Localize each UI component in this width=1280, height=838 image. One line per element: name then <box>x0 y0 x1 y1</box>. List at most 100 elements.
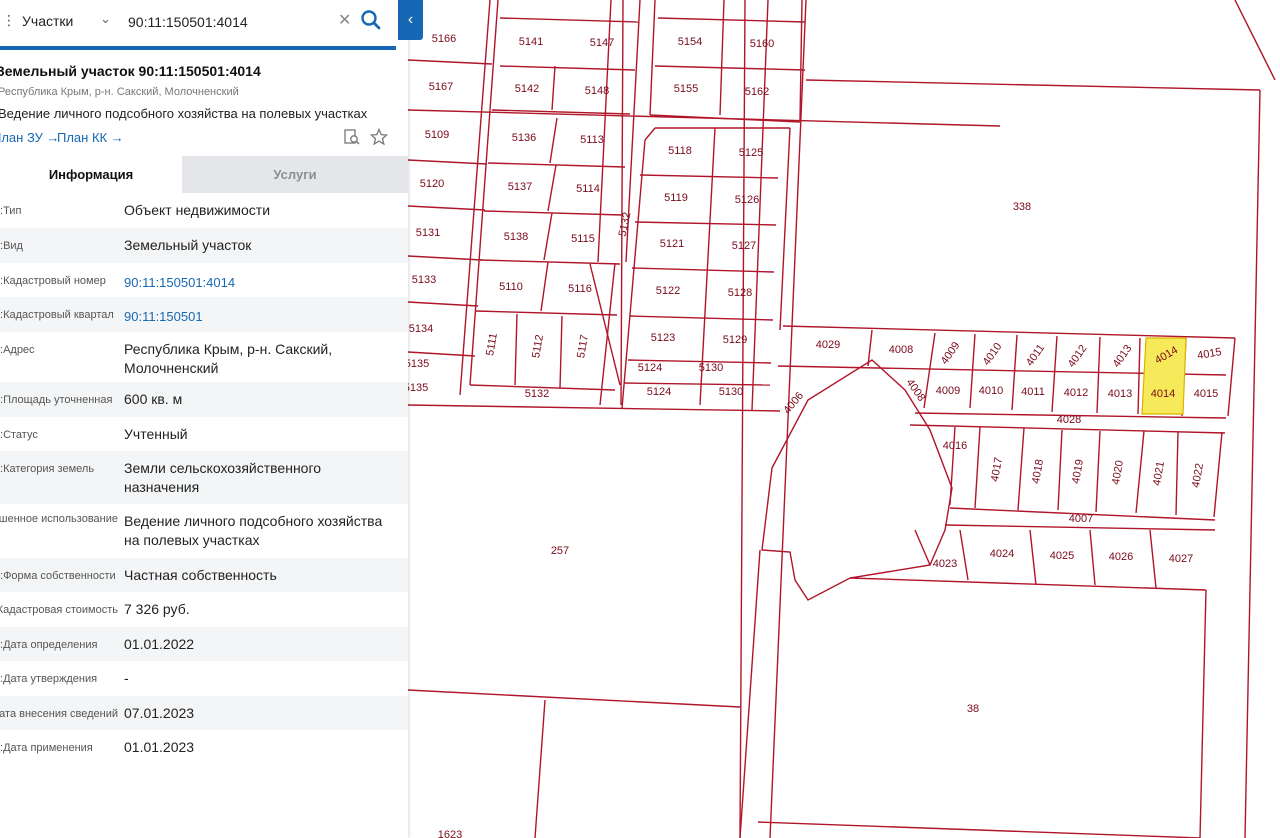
parcel-boundary <box>514 313 518 386</box>
parcel-label: 4021 <box>1151 460 1167 486</box>
parcel-label: 5130 <box>719 386 743 398</box>
info-row-value: - <box>124 670 129 686</box>
parcel-label: 4027 <box>1169 553 1193 565</box>
info-row-value: 07.01.2023 <box>124 705 195 721</box>
parcel-boundary <box>540 261 549 312</box>
parcel-label: 5131 <box>416 227 440 239</box>
menu-icon[interactable]: ⋮ <box>2 12 16 29</box>
info-row-value: Объект недвижимости <box>124 202 271 218</box>
info-row-label: Адрес: <box>0 344 35 356</box>
info-row-value: 01.01.2023 <box>124 739 195 755</box>
tab-info[interactable]: Информация <box>0 156 182 193</box>
object-address: Республика Крым, р-н. Сакский, Молочненс… <box>0 86 239 98</box>
parcel-label: 5126 <box>735 194 759 206</box>
parcel-label: 5117 <box>575 334 591 359</box>
parcel-label: 5136 <box>512 132 536 144</box>
info-row: Категория земель: Земли сельскохозяйствен… <box>0 451 408 504</box>
info-table: Тип: Объект недвижимости Вид: Земельный уча… <box>0 193 408 765</box>
parcel-boundaries <box>407 0 1276 838</box>
parcel-boundary <box>479 259 621 265</box>
parcel-boundary <box>739 549 761 838</box>
parcel-boundary <box>1213 431 1223 518</box>
info-row-value: 600 кв. м <box>124 391 183 407</box>
parcel-boundary <box>623 382 771 386</box>
parcel-label: 4029 <box>816 339 840 351</box>
info-row: Дата внесения сведений: 07.01.2023 <box>0 696 408 730</box>
info-row-label: Тип: <box>0 205 22 217</box>
plan-kk-link[interactable]: План КК → <box>57 130 124 145</box>
info-row-value: Земли сельскохозяйственного назначения <box>124 460 322 495</box>
parcel-boundary <box>407 404 781 412</box>
parcel-label: 5124 <box>638 362 662 374</box>
info-row-label: Категория земель: <box>0 463 95 475</box>
search-input[interactable] <box>126 10 330 34</box>
object-title: Земельный участок 90:11:150501:4014 <box>0 63 261 79</box>
parcel-label: 5111 <box>484 332 500 357</box>
parcel-label: 4011 <box>1024 342 1047 368</box>
info-row-label: Дата определения: <box>0 639 98 651</box>
parcel-label: 4020 <box>1110 459 1126 485</box>
parcel-label: 5142 <box>515 83 539 95</box>
parcel-label: 5115 <box>571 233 595 245</box>
parcel-boundary <box>1227 337 1236 417</box>
info-row-label: Форма собственности: <box>0 570 116 582</box>
clear-icon[interactable]: ✕ <box>338 10 351 30</box>
parcel-boundary <box>634 221 777 226</box>
info-row: Статус: Учтенный <box>0 417 408 451</box>
parcel-boundary <box>944 524 1216 531</box>
info-row: Кадастровая стоимость: 7 326 руб. <box>0 592 408 627</box>
parcel-boundary <box>475 310 618 316</box>
parcel-boundary <box>1029 529 1037 586</box>
plan-kk-label: План КК <box>57 130 108 145</box>
parcel-label: 4012 <box>1066 343 1090 370</box>
parcel-boundary <box>739 0 746 838</box>
info-row-value: 7 326 руб. <box>124 601 190 617</box>
star-icon[interactable] <box>369 127 389 146</box>
parcel-label: 5167 <box>429 81 453 93</box>
collapse-panel-button[interactable]: ‹ <box>398 0 423 40</box>
info-row-label: Площадь уточненная: <box>0 394 113 406</box>
parcel-label: 5118 <box>668 145 692 157</box>
search-document-icon[interactable] <box>343 128 361 146</box>
parcel-boundary <box>849 577 1207 591</box>
parcel-boundary <box>1095 430 1101 513</box>
parcel-boundary <box>1244 89 1261 838</box>
info-row: Тип: Объект недвижимости <box>0 193 408 228</box>
parcel-boundary <box>1137 337 1141 415</box>
parcel-label: 5130 <box>699 362 723 374</box>
object-header: Земельный участок 90:11:150501:4014 Респ… <box>0 58 408 154</box>
parcel-label: 4008 <box>904 377 928 404</box>
info-row-link[interactable]: 90:11:150501:4014 <box>124 273 394 292</box>
parcel-boundary <box>407 689 741 708</box>
plan-zu-link[interactable]: План ЗУ → <box>0 130 60 145</box>
parcel-label: 4006 <box>781 390 806 416</box>
parcel-boundary <box>499 17 639 23</box>
parcel-boundary <box>1051 335 1058 413</box>
parcel-label: 5134 <box>409 323 433 335</box>
info-row-label: Разрешенное использование: <box>0 513 118 525</box>
info-row: Дата определения: 01.01.2022 <box>0 627 408 661</box>
parcel-boundary <box>599 262 616 406</box>
search-category-select[interactable]: Участки <box>22 13 73 29</box>
parcel-label: 4014 <box>1151 388 1175 400</box>
search-icon[interactable] <box>360 9 382 31</box>
object-usage: Ведение личного подсобного хозяйства на … <box>0 106 368 121</box>
parcel-label: 5135 <box>405 358 429 370</box>
info-row-link[interactable]: 90:11:150501 <box>124 307 394 326</box>
parcel-boundary <box>629 315 774 321</box>
parcel-boundary <box>649 114 801 123</box>
parcel-label: 5116 <box>568 283 592 295</box>
parcel-boundary <box>1234 0 1276 81</box>
parcel-boundary <box>654 65 806 71</box>
chevron-down-icon[interactable]: ⌄ <box>100 11 111 27</box>
parcel-boundary <box>805 79 1261 91</box>
parcel-label: 4015 <box>1194 388 1218 400</box>
parcel-boundary <box>914 529 931 566</box>
tab-services[interactable]: Услуги <box>182 156 408 193</box>
parcel-boundary <box>969 333 976 409</box>
parcel-label: 5112 <box>530 334 546 359</box>
parcel-boundary <box>469 0 499 386</box>
parcel-label: 5122 <box>656 285 680 297</box>
info-row: Разрешенное использование: Ведение личног… <box>0 504 408 558</box>
parcel-label: 4011 <box>1021 386 1045 398</box>
